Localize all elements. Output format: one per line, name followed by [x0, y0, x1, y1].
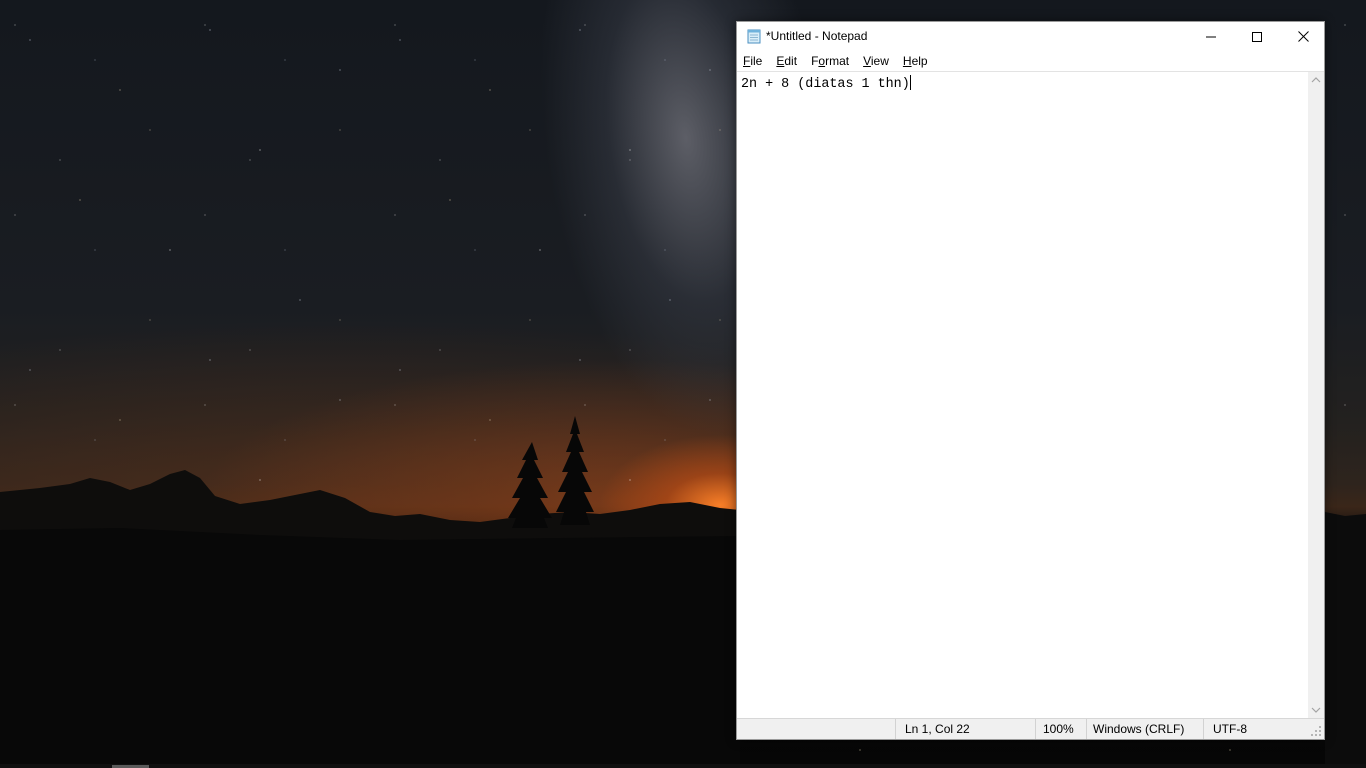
notepad-icon: [747, 29, 761, 44]
menu-help[interactable]: Help: [896, 51, 935, 71]
window-title: *Untitled - Notepad: [766, 29, 868, 43]
menu-edit[interactable]: Edit: [769, 51, 804, 71]
taskbar: [0, 764, 1366, 768]
menu-bar: File Edit Format View Help: [737, 51, 1324, 71]
maximize-icon: [1252, 31, 1262, 42]
scroll-up-arrow-icon[interactable]: [1311, 76, 1321, 84]
notepad-window[interactable]: *Untitled - Notepad File Edit Format Vie…: [736, 21, 1325, 740]
line-ending: Windows (CRLF): [1086, 719, 1203, 739]
menu-format[interactable]: Format: [804, 51, 856, 71]
minimize-icon: [1206, 36, 1216, 37]
minimize-button[interactable]: [1188, 22, 1234, 51]
cursor-position: Ln 1, Col 22: [895, 719, 1035, 739]
encoding: UTF-8: [1203, 719, 1307, 739]
menu-file[interactable]: File: [737, 51, 769, 71]
editor-area: 2n + 8 (diatas 1 thn): [737, 71, 1324, 718]
title-bar[interactable]: *Untitled - Notepad: [737, 22, 1324, 51]
zoom-level: 100%: [1035, 719, 1086, 739]
scroll-down-arrow-icon[interactable]: [1311, 706, 1321, 714]
resize-grip-icon[interactable]: [1310, 725, 1322, 737]
close-button[interactable]: [1280, 22, 1326, 51]
menu-view[interactable]: View: [856, 51, 896, 71]
status-bar: Ln 1, Col 22 100% Windows (CRLF) UTF-8: [737, 718, 1324, 739]
maximize-button[interactable]: [1234, 22, 1280, 51]
vertical-scrollbar[interactable]: [1308, 72, 1324, 718]
editor-text: 2n + 8 (diatas 1 thn): [741, 77, 910, 92]
close-icon: [1297, 31, 1309, 42]
text-editor[interactable]: 2n + 8 (diatas 1 thn): [737, 72, 1307, 718]
text-caret: [909, 75, 911, 90]
